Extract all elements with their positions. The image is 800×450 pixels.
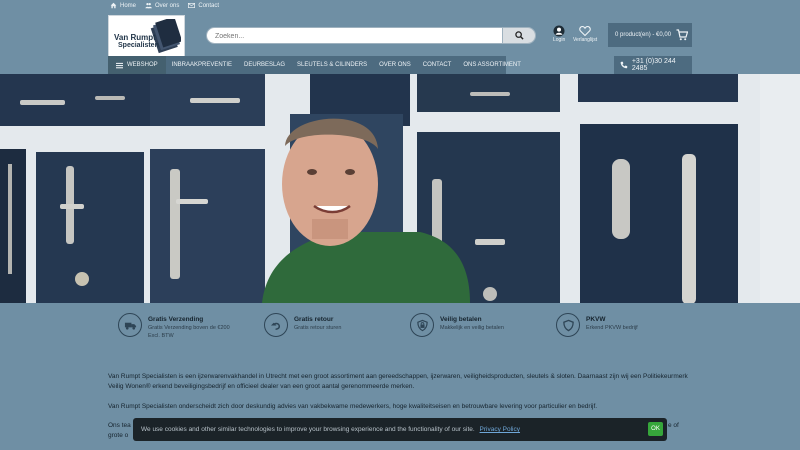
usp-gratis-verzending: Gratis Verzending Gratis Verzending bove… (118, 313, 243, 340)
heart-icon (579, 25, 591, 37)
usp-subtitle: Gratis Verzending boven de €200 Excl. BT… (148, 325, 230, 339)
mail-icon (188, 3, 196, 8)
user-icon (553, 25, 565, 37)
usp-subtitle: Gratis retour sturen (294, 325, 342, 331)
home-icon (110, 2, 117, 9)
about-link-label: Over ons (155, 2, 180, 9)
phone-icon (620, 61, 628, 69)
search-input[interactable] (215, 30, 505, 42)
cookie-message: We use cookies and other similar technol… (141, 426, 475, 433)
usp-title: Gratis retour (294, 316, 334, 323)
intro-paragraph-2: Van Rumpt Specialisten onderscheidt zich… (108, 403, 598, 410)
site-logo[interactable]: Van Rumpt Specialisten (108, 15, 185, 58)
privacy-policy-link[interactable]: Privacy Policy (480, 426, 520, 433)
home-link-label: Home (120, 2, 137, 9)
contact-link-label: Contact (198, 2, 220, 9)
usp-title: Veilig betalen (440, 316, 482, 323)
hero-photo-man-with-door-hardware (0, 74, 800, 303)
return-arrow-icon (264, 313, 288, 337)
cookie-banner: We use cookies and other similar technol… (133, 418, 667, 441)
login-label: Login (553, 37, 566, 43)
search-button[interactable] (502, 27, 536, 44)
hero-image (0, 74, 800, 303)
main-nav: WEBSHOP INBRAAKPREVENTIE DEURBESLAG SLEU… (108, 56, 521, 74)
top-links: Home Over ons Contact (110, 2, 219, 9)
people-icon (145, 2, 152, 9)
wishlist-button[interactable]: Verlanglijst (573, 25, 597, 43)
login-button[interactable]: Login (553, 25, 565, 43)
nav-item-sleutels-cilinders[interactable]: SLEUTELS & CILINDERS (291, 56, 373, 74)
wishlist-label: Verlanglijst (573, 37, 598, 43)
secure-payment-icon (410, 313, 434, 337)
search-icon (514, 31, 524, 40)
nav-item-contact[interactable]: CONTACT (417, 56, 458, 74)
intro-paragraph-3-end: e of (668, 422, 679, 429)
logo-line-1: Van Rumpt (114, 33, 156, 42)
intro-paragraph-1: Van Rumpt Specialisten is een ijzerwaren… (108, 373, 688, 391)
nav-item-ons-assortiment[interactable]: ONS ASSORTIMENT (457, 56, 527, 74)
usp-title: Gratis Verzending (148, 316, 204, 323)
cart-icon (676, 29, 688, 41)
home-link[interactable]: Home (110, 2, 136, 9)
about-link[interactable]: Over ons (145, 2, 179, 9)
usp-subtitle: Erkend PKVW bedrijf (586, 325, 638, 331)
usp-pkvw: PKVW Erkend PKVW bedrijf (556, 313, 638, 337)
usp-subtitle: Makkelijk en veilig betalen (440, 325, 504, 331)
phone-link[interactable]: +31 (0)30 244 2485 (614, 56, 692, 74)
usp-title: PKVW (586, 316, 606, 323)
search-bar (206, 27, 536, 44)
nav-item-deurbeslag[interactable]: DEURBESLAG (238, 56, 291, 74)
cart-button[interactable]: 0 product(en) - €0,00 (608, 23, 692, 47)
logo-line-2: Specialisten (118, 42, 159, 49)
contact-link[interactable]: Contact (188, 2, 219, 9)
usp-veilig-betalen: Veilig betalen Makkelijk en veilig betal… (410, 313, 504, 337)
top-utility-bar: Home Over ons Contact (0, 0, 800, 14)
cart-label: 0 product(en) - €0,00 (615, 32, 672, 38)
phone-number: +31 (0)30 244 2485 (631, 58, 676, 72)
nav-item-over-ons[interactable]: OVER ONS (373, 56, 417, 74)
nav-webshop[interactable]: WEBSHOP (108, 56, 166, 74)
menu-icon (116, 62, 123, 68)
truck-icon (118, 313, 142, 337)
usp-gratis-retour: Gratis retour Gratis retour sturen (264, 313, 341, 337)
nav-webshop-label: WEBSHOP (127, 62, 158, 68)
usp-strip: Gratis Verzending Gratis Verzending bove… (0, 303, 800, 348)
cookie-ok-button[interactable]: OK (648, 422, 663, 436)
shield-icon (556, 313, 580, 337)
nav-item-inbraakpreventie[interactable]: INBRAAKPREVENTIE (166, 56, 238, 74)
